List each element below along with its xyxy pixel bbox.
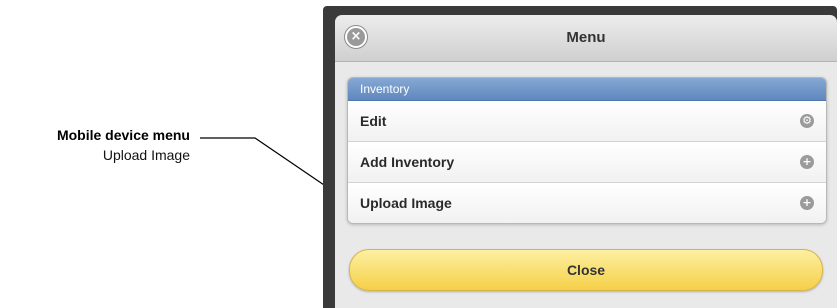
menu-item-label: Upload Image (360, 195, 452, 211)
callout-title: Mobile device menu (56, 127, 190, 143)
device-frame: × Menu Inventory Edit ⚙ Add Inventory + … (323, 6, 837, 308)
list-divider-inventory: Inventory (348, 78, 826, 101)
gear-icon: ⚙ (800, 114, 814, 128)
dialog-header: × Menu (335, 15, 837, 62)
menu-list: Inventory Edit ⚙ Add Inventory + Upload … (347, 77, 827, 224)
menu-item-add-inventory[interactable]: Add Inventory + (348, 142, 826, 183)
close-button[interactable]: Close (349, 249, 823, 291)
dialog-body: Inventory Edit ⚙ Add Inventory + Upload … (335, 62, 837, 308)
callout-annotation: Mobile device menu Upload Image (0, 125, 190, 165)
callout-subtitle: Upload Image (102, 147, 190, 163)
plus-icon: + (800, 155, 814, 169)
plus-icon: + (800, 196, 814, 210)
menu-item-edit[interactable]: Edit ⚙ (348, 101, 826, 142)
menu-item-label: Edit (360, 113, 387, 129)
dialog-title: Menu (566, 29, 606, 46)
menu-item-label: Add Inventory (360, 154, 455, 170)
menu-item-upload-image[interactable]: Upload Image + (348, 183, 826, 223)
